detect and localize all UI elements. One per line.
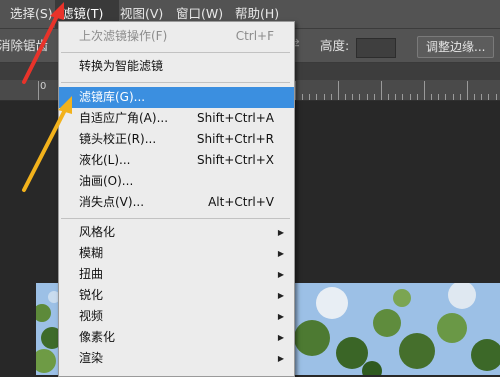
yellow-arrow-icon [22, 96, 72, 192]
red-arrow-icon [22, 2, 64, 84]
annotation-arrows [22, 2, 72, 192]
